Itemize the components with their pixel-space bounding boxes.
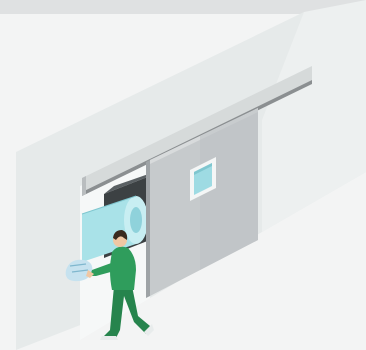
sliding-door-illustration xyxy=(0,0,366,350)
